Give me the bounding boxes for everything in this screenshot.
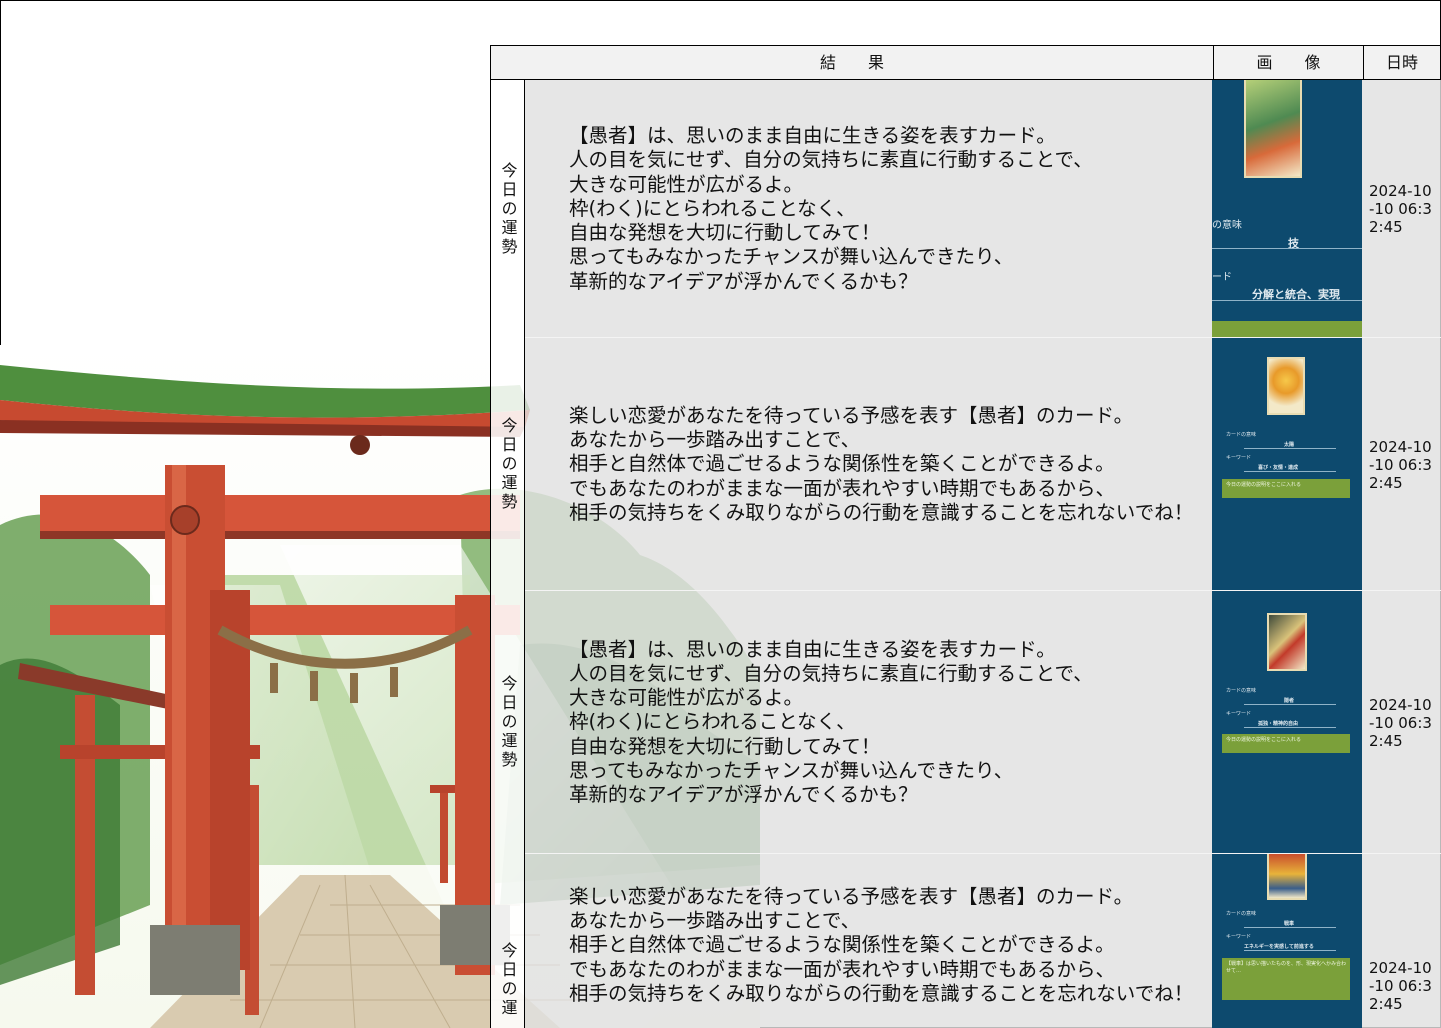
row-label: 今日の運勢 [490, 591, 525, 854]
fortune-text: 【愚者】は、思いのまま自由に生きる姿を表すカード。 人の目を気にせず、自分の気持… [525, 80, 1212, 338]
card-image: カードの意味 太陽 キーワード 喜び・友情・達成 今日の運勢の説明をここに入れる [1212, 338, 1362, 591]
meaning-value: 太陽 [1284, 442, 1295, 448]
meaning-value: 隠者 [1284, 698, 1295, 704]
fortune-text: 【愚者】は、思いのまま自由に生きる姿を表すカード。 人の目を気にせず、自分の気持… [525, 591, 1212, 854]
meaning-value: 戦車 [1284, 921, 1295, 927]
card-image: の意味 技 ード 分解と統合、実現 [1212, 80, 1362, 338]
fortune-text: 楽しい恋愛があなたを待っている予感を表す【愚者】のカード。 あなたから一歩踏み出… [525, 854, 1212, 1028]
table-header: 結 果 画 像 日時 [490, 45, 1441, 80]
table-row: 今日の運 楽しい恋愛があなたを待っている予感を表す【愚者】のカード。 あなたから… [490, 854, 1441, 1028]
table-row: 今日の運勢 【愚者】は、思いのまま自由に生きる姿を表すカード。 人の目を気にせず… [490, 80, 1441, 338]
date-cell: 2024-10-10 06:32:45 [1362, 854, 1441, 1028]
date-cell: 2024-10-10 06:32:45 [1362, 80, 1441, 338]
card-image: カードの意味 隠者 キーワード 孤独・精神的自由 今日の運勢の説明をここに入れる [1212, 591, 1362, 854]
card-image: カードの意味 戦車 キーワード エネルギーを実感して前進する 【戦車】は思い描い… [1212, 854, 1362, 1028]
header-image: 画 像 [1213, 46, 1363, 79]
meaning-label: カードの意味 [1226, 432, 1257, 438]
note-panel: 今日の運勢の説明をここに入れる [1222, 734, 1350, 753]
keyword-label: キーワード [1226, 711, 1252, 717]
tarot-card-picture [1267, 613, 1307, 671]
date-cell: 2024-10-10 06:32:45 [1362, 338, 1441, 591]
row-label: 今日の運勢 [490, 80, 525, 338]
note-panel [1212, 321, 1362, 338]
note-panel: 今日の運勢の説明をここに入れる [1222, 479, 1350, 498]
keyword-value: 孤独・精神的自由 [1258, 721, 1299, 727]
header-date: 日時 [1363, 46, 1440, 79]
note-panel: 【戦車】は思い描いたものを、形、現実化へかみ合わせて… [1222, 958, 1350, 1000]
meaning-label: カードの意味 [1226, 688, 1257, 694]
meaning-label: の意味 [1212, 220, 1242, 231]
tarot-card-picture [1244, 80, 1302, 178]
tarot-card-picture [1267, 854, 1307, 900]
header-result: 結 果 [819, 53, 884, 72]
keyword-label: ード [1212, 272, 1232, 283]
keyword-value: エネルギーを実感して前進する [1244, 944, 1314, 950]
keyword-value: 喜び・友情・達成 [1258, 465, 1299, 471]
table-row: 今日の運勢 楽しい恋愛があなたを待っている予感を表す【愚者】のカード。 あなたか… [490, 338, 1441, 591]
results-table: 結 果 画 像 日時 今日の運勢 【愚者】は、思いのまま自由に生きる姿を表すカー… [490, 45, 1441, 1028]
tarot-card-picture [1267, 357, 1305, 415]
table-row: 今日の運勢 【愚者】は、思いのまま自由に生きる姿を表すカード。 人の目を気にせず… [490, 591, 1441, 854]
keyword-label: キーワード [1226, 455, 1252, 461]
row-label: 今日の運勢 [490, 338, 525, 591]
keyword-label: キーワード [1226, 934, 1252, 940]
fortune-text: 楽しい恋愛があなたを待っている予感を表す【愚者】のカード。 あなたから一歩踏み出… [525, 338, 1212, 591]
meaning-label: カードの意味 [1226, 911, 1257, 917]
date-cell: 2024-10-10 06:32:45 [1362, 591, 1441, 854]
row-label: 今日の運 [490, 854, 525, 1028]
